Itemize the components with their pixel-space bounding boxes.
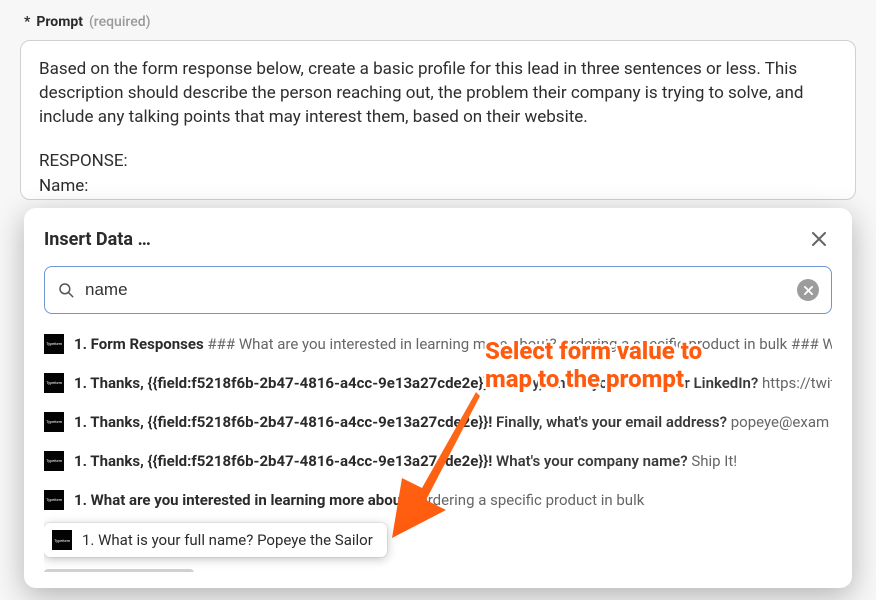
search-input[interactable] (85, 280, 787, 300)
clear-search-button[interactable] (797, 279, 819, 301)
prompt-body: Based on the form response below, create… (39, 57, 837, 129)
search-icon (57, 281, 75, 299)
close-button[interactable] (806, 226, 832, 252)
clear-icon (804, 286, 813, 295)
prompt-textarea[interactable]: Based on the form response below, create… (20, 40, 856, 200)
search-field[interactable] (44, 266, 832, 314)
prompt-label: Prompt (36, 14, 83, 30)
typeform-icon: Typeform (44, 451, 64, 471)
modal-title: Insert Data … (44, 229, 151, 250)
typeform-icon: Typeform (44, 490, 64, 510)
result-item-highlighted[interactable]: Typeform 1. What is your full name? Pope… (44, 523, 387, 557)
prompt-section-label: RESPONSE: (39, 149, 837, 173)
horizontal-scrollbar[interactable] (44, 569, 832, 572)
typeform-icon: Typeform (44, 334, 64, 354)
required-text: (required) (89, 14, 151, 30)
result-item[interactable]: Typeform 1. Thanks, {{field:f5218f6b-2b4… (44, 402, 832, 441)
prompt-field-name: Name: (39, 174, 837, 198)
result-item[interactable]: Typeform 1. Thanks, {{field:f5218f6b-2b4… (44, 441, 832, 480)
result-item[interactable]: Typeform 1. Form Responses ### What are … (44, 324, 832, 363)
prompt-field-header: * Prompt (required) (0, 0, 876, 40)
close-icon (812, 232, 826, 246)
required-asterisk: * (24, 14, 30, 30)
results-list: Typeform 1. Form Responses ### What are … (44, 324, 832, 572)
typeform-icon: Typeform (52, 530, 72, 550)
result-item[interactable]: Typeform 1. Thanks, {{field:f5218f6b-2b4… (44, 363, 832, 402)
typeform-icon: Typeform (44, 412, 64, 432)
insert-data-modal: Insert Data … Typeform 1. Form Responses… (24, 208, 852, 588)
typeform-icon: Typeform (44, 373, 64, 393)
result-item[interactable]: Typeform 1. What are you interested in l… (44, 480, 832, 519)
scrollbar-thumb[interactable] (44, 569, 194, 572)
